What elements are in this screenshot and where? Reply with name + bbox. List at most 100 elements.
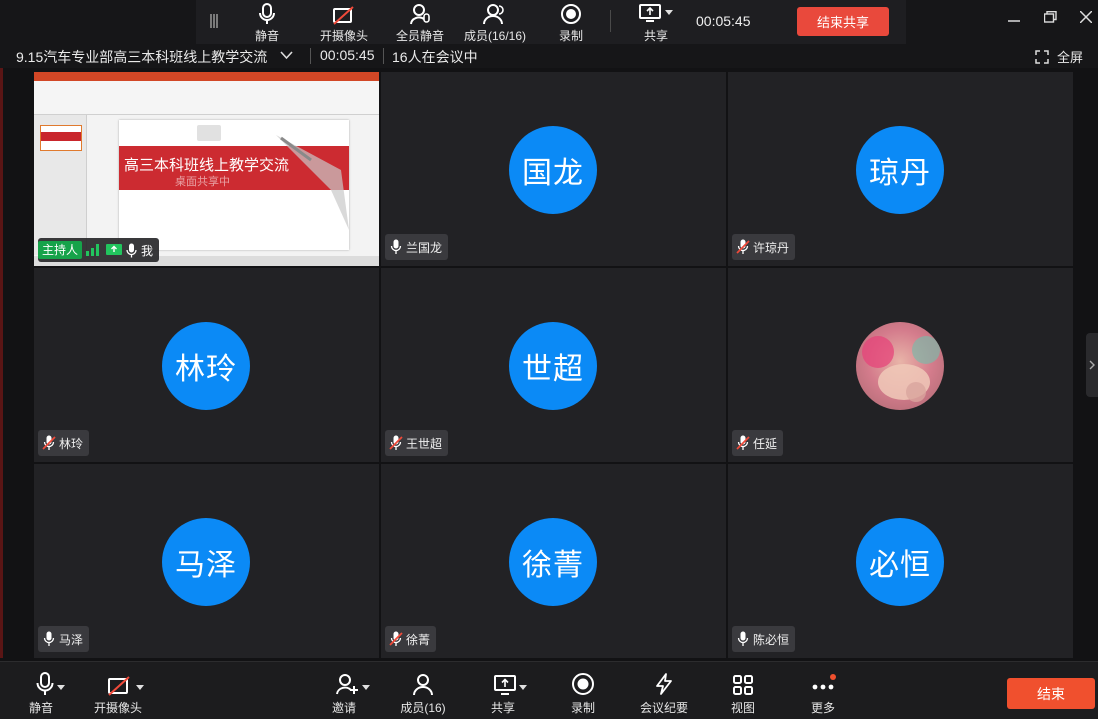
minutes-label: 会议纪要 [639,701,688,715]
close-button[interactable] [1076,8,1096,26]
video-tile[interactable]: 世超 王世超 [381,268,726,462]
participant-name: 林玲 [59,436,84,451]
sharing-monitor-icon [197,125,221,141]
invite-user-icon [335,674,358,695]
microphone-icon [36,672,53,695]
video-tile-host[interactable]: 高三本科班线上教学交流 桌面共享中 主持人 我 [34,72,379,266]
attendance-count: 16人在会议中 [392,49,478,65]
members-icon [413,674,433,696]
bottom-toolbar: 静音 开摄像头 邀请 成员(16) 共享 录制 会议纪要 视图 更多 结束 [0,661,1098,719]
chevron-down-icon[interactable] [361,685,370,690]
shared-screen-preview: 高三本科班线上教学交流 桌面共享中 [34,72,379,266]
share-timer: 00:05:45 [696,13,751,29]
video-tile[interactable]: 马泽 马泽 [34,464,379,658]
microphone-muted-icon [736,239,750,254]
camera-off-icon [333,6,354,25]
avatar: 林玲 [162,322,250,410]
participant-name-tag: 林玲 [38,430,90,456]
fullscreen-icon [1035,49,1049,64]
meeting-minutes-button[interactable]: 会议纪要 [636,662,692,719]
slide-title: 高三本科班线上教学交流 [123,157,289,174]
next-page-button[interactable] [1086,333,1098,397]
video-tile[interactable]: 必恒 陈必恒 [728,464,1073,658]
share-toolbar: 静音 开摄像头 全员静音 成员(16/16) 录制 共享 00:05:45 结束… [196,0,906,44]
camera-button[interactable]: 开摄像头 [316,0,372,44]
video-tile[interactable]: 任延 [728,268,1073,462]
end-share-button[interactable]: 结束共享 [797,7,889,36]
participant-name: 马泽 [59,632,84,647]
chevron-down-icon[interactable] [280,51,293,60]
minimize-button[interactable] [1004,8,1024,26]
avatar: 马泽 [162,518,250,606]
drag-handle-icon[interactable] [210,14,218,28]
slide-thumbnail [40,125,82,151]
camera-label: 开摄像头 [93,701,142,715]
share-button[interactable]: 共享 [636,0,676,44]
chevron-down-icon[interactable] [56,685,65,690]
video-tile[interactable]: 林玲 林玲 [34,268,379,462]
share-screen-icon [639,3,661,22]
participant-name: 任延 [753,436,778,451]
members-button[interactable]: 成员(16) [398,662,448,719]
record-label: 录制 [558,29,583,43]
signal-icon [86,244,100,256]
share-screen-icon [493,675,516,695]
invite-button[interactable]: 邀请 [330,662,374,719]
participant-name: 兰国龙 [406,240,443,255]
mute-all-button[interactable]: 全员静音 [392,0,448,44]
fullscreen-label: 全屏 [1057,50,1084,65]
participant-name: 陈必恒 [753,632,790,647]
top-bar: 静音 开摄像头 全员静音 成员(16/16) 录制 共享 00:05:45 结束… [0,0,1098,44]
maximize-button[interactable] [1040,8,1060,26]
more-button[interactable]: 更多 [808,662,838,719]
info-divider [383,48,384,64]
avatar: 世超 [509,322,597,410]
mute-button[interactable]: 静音 [250,0,284,44]
sharing-overlay-text: 桌面共享中 [175,176,230,188]
avatar: 琼丹 [856,126,944,214]
ppt-slide-list [34,115,87,255]
participant-name-tag: 任延 [732,430,784,456]
microphone-muted-icon [42,435,56,450]
participant-name-tag: 许琼丹 [732,234,796,260]
self-name: 我 [141,243,154,258]
camera-label: 开摄像头 [319,29,368,43]
participant-name: 许琼丹 [753,240,790,255]
grid-view-icon [733,675,753,695]
members-label: 成员(16) [400,701,446,715]
microphone-icon [43,631,55,646]
view-button[interactable]: 视图 [728,662,758,719]
screen-share-status-icon [106,243,123,255]
record-button[interactable]: 录制 [566,662,600,719]
video-tile[interactable]: 琼丹 许琼丹 [728,72,1073,266]
share-button[interactable]: 共享 [490,662,530,719]
avatar-photo [856,322,944,410]
meeting-title[interactable]: 9.15汽车专业部高三本科班线上教学交流 [16,47,267,67]
microphone-icon [126,243,137,257]
participant-name-tag: 王世超 [385,430,449,456]
record-icon [561,4,581,24]
chevron-right-icon [1089,360,1095,370]
host-name-tag: 主持人 我 [38,238,160,262]
record-button[interactable]: 录制 [556,0,586,44]
restore-icon [1043,11,1057,23]
host-badge: 主持人 [38,241,83,259]
mute-button[interactable]: 静音 [28,662,72,719]
camera-button[interactable]: 开摄像头 [93,662,153,719]
end-meeting-button[interactable]: 结束 [1007,678,1095,709]
participant-name-tag: 陈必恒 [732,626,796,652]
participant-name: 王世超 [406,436,443,451]
video-tile[interactable]: 国龙 兰国龙 [381,72,726,266]
participant-name-tag: 马泽 [38,626,90,652]
mute-label: 静音 [254,29,279,43]
more-label: 更多 [810,701,835,715]
airplane-graphic [276,135,349,230]
video-tile[interactable]: 徐菁 徐菁 [381,464,726,658]
members-button[interactable]: 成员(16/16) [460,0,530,44]
participant-name-tag: 徐菁 [385,626,437,652]
info-divider [310,48,311,64]
fullscreen-button[interactable]: 全屏 [1035,47,1083,66]
chevron-down-icon[interactable] [135,685,144,690]
chevron-down-icon[interactable] [518,685,527,690]
close-icon [1080,11,1092,23]
